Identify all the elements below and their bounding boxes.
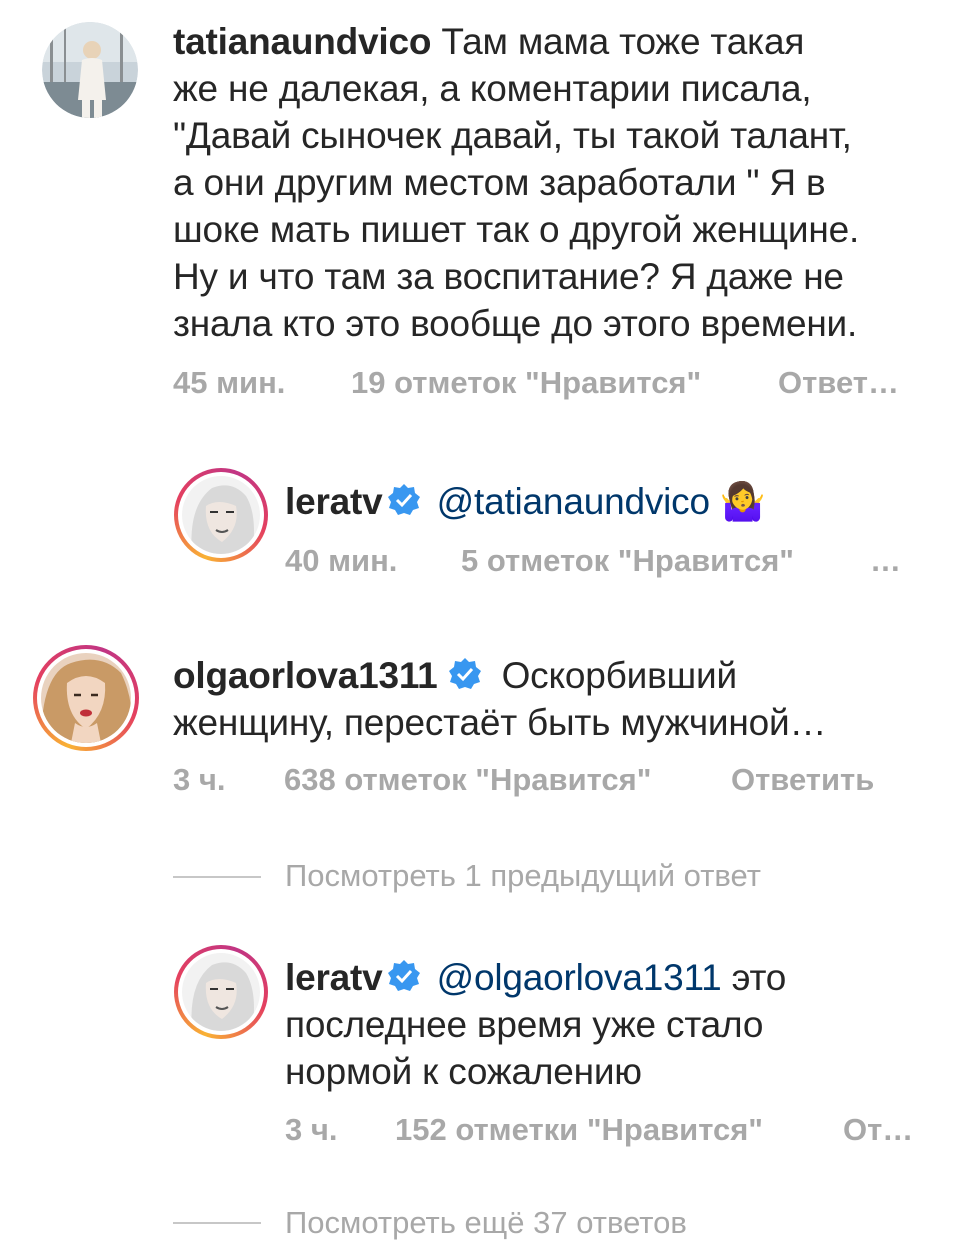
avatar-tatianaundvico[interactable] — [42, 22, 138, 118]
view-previous-replies-button[interactable]: Посмотреть 1 предыдущий ответ — [285, 858, 761, 894]
shrug-emoji-icon: 🤷‍♀️ — [719, 481, 766, 522]
text-line: шоке мать пишет так о другой женщине. — [173, 209, 860, 250]
verified-badge-icon — [387, 484, 420, 515]
likes-count[interactable]: 5 отметок "Нравится" — [461, 543, 794, 579]
comment-text: olgaorlova1311 Оскорбивший женщину, перес… — [173, 652, 963, 746]
comment-meta: 3 ч. 152 отметки "Нравится" От… — [285, 1112, 945, 1152]
reply-button[interactable]: Ответить — [731, 762, 874, 798]
avatar-leratv[interactable] — [174, 945, 268, 1039]
timestamp: 3 ч. — [285, 1112, 338, 1147]
avatar-photo — [42, 22, 138, 118]
timestamp: 45 мин. — [173, 365, 286, 400]
avatar-photo — [182, 953, 260, 1031]
timestamp: 3 ч. — [173, 762, 226, 797]
comment-leratv-reply-1: leratv @tatianaundvico 🤷‍♀️ 40 мин. 5 от… — [0, 460, 975, 600]
avatar-olgaorlova1311[interactable] — [33, 645, 139, 751]
text-line: а они другим местом заработали " Я в — [173, 162, 826, 203]
comment-text: leratv @tatianaundvico 🤷‍♀️ — [285, 478, 766, 525]
replies-divider — [173, 876, 261, 878]
view-more-replies-button[interactable]: Посмотреть ещё 37 ответов — [285, 1205, 687, 1241]
comment-leratv-reply-2: leratv @olgaorlova1311 это последнее вре… — [0, 940, 975, 1160]
username[interactable]: tatianaundvico — [173, 21, 431, 62]
text-line: это — [731, 957, 787, 998]
replies-divider — [173, 1222, 261, 1224]
comment-meta: 40 мин. 5 отметок "Нравится" … — [285, 543, 945, 583]
text-line: последнее время уже стало — [285, 1004, 764, 1045]
comment-tatianaundvico: tatianaundvico Там мама тоже такая же не… — [0, 0, 975, 420]
text-line: Ну и что там за воспитание? Я даже не — [173, 256, 844, 297]
comment-meta: 3 ч. 638 отметок "Нравится" Ответить — [173, 762, 953, 802]
verified-badge-icon — [448, 658, 481, 689]
username[interactable]: leratv — [285, 481, 383, 522]
mention-link[interactable]: @olgaorlova1311 — [437, 957, 722, 998]
text-line: же не далекая, а коментарии писала, — [173, 68, 812, 109]
avatar-photo — [182, 476, 260, 554]
reply-button[interactable]: Ответ… — [778, 365, 899, 401]
text-line: Там мама тоже такая — [441, 21, 805, 62]
text-line: нормой к сожалению — [285, 1051, 642, 1092]
likes-count[interactable]: 19 отметок "Нравится" — [351, 365, 701, 401]
comment-meta: 45 мин. 19 отметок "Нравится" Ответ… — [173, 365, 953, 405]
timestamp: 40 мин. — [285, 543, 398, 578]
avatar-photo — [41, 653, 131, 743]
likes-count[interactable]: 638 отметок "Нравится" — [284, 762, 651, 798]
comment-text: tatianaundvico Там мама тоже такая же не… — [173, 18, 963, 347]
likes-count[interactable]: 152 отметки "Нравится" — [395, 1112, 763, 1148]
comment-olgaorlova1311: olgaorlova1311 Оскорбивший женщину, перес… — [0, 640, 975, 820]
more-options-button[interactable]: … — [870, 543, 901, 579]
verified-badge-icon — [387, 960, 420, 991]
text-line: женщину, перестаёт быть мужчиной… — [173, 702, 827, 743]
username[interactable]: leratv — [285, 957, 383, 998]
text-line: Оскорбивший — [501, 655, 738, 696]
avatar-leratv[interactable] — [174, 468, 268, 562]
mention-link[interactable]: @tatianaundvico — [437, 481, 710, 522]
username[interactable]: olgaorlova1311 — [173, 655, 438, 696]
comment-text: leratv @olgaorlova1311 это последнее вре… — [285, 954, 965, 1095]
reply-button[interactable]: От… — [843, 1112, 913, 1148]
text-line: знала кто это вообще до этого времени. — [173, 303, 858, 344]
text-line: "Давай сыночек давай, ты такой талант, — [173, 115, 852, 156]
